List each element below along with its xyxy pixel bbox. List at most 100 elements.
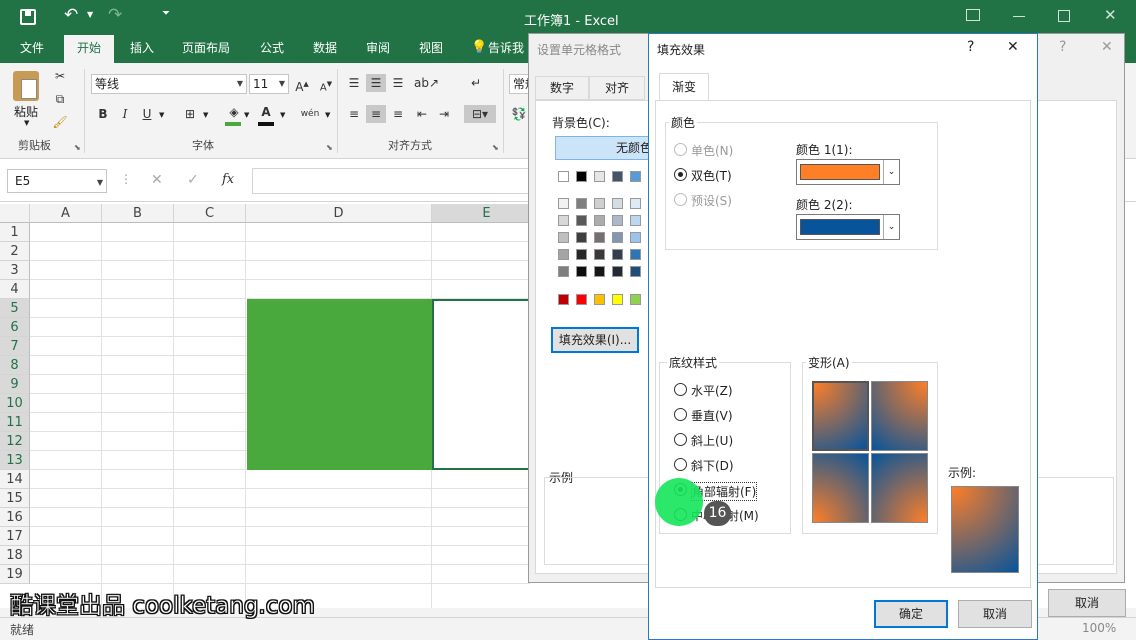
paste-icon[interactable]	[13, 71, 39, 101]
row-header[interactable]: 13	[0, 451, 30, 470]
copy-icon[interactable]: ⧉	[50, 90, 70, 108]
borders-dropdown-icon[interactable]: ▼	[203, 111, 208, 119]
fill-color-dropdown-icon[interactable]: ▼	[244, 111, 249, 119]
customize-toolbar-icon[interactable]: ⏷	[162, 8, 170, 19]
minimize-icon[interactable]	[1013, 16, 1025, 17]
increase-font-icon[interactable]: A▲	[292, 75, 312, 94]
alignment-launcher-icon[interactable]: ⬊	[492, 143, 499, 152]
color2-picker[interactable]: ⌄	[796, 214, 900, 240]
shading-style-radio[interactable]	[674, 458, 687, 471]
color-swatch[interactable]	[612, 232, 623, 243]
color-swatch[interactable]	[576, 232, 587, 243]
insert-function-icon[interactable]: fx	[222, 172, 234, 187]
color-swatch[interactable]	[558, 232, 569, 243]
italic-button[interactable]: I	[115, 105, 135, 123]
radio-two-colors[interactable]	[674, 168, 687, 181]
color-swatch[interactable]	[594, 232, 605, 243]
color-swatch[interactable]	[612, 198, 623, 209]
radio-one-color[interactable]	[674, 143, 687, 156]
radio-preset[interactable]	[674, 193, 687, 206]
tab-data[interactable]: 数据	[302, 35, 348, 63]
row-header[interactable]: 18	[0, 546, 30, 565]
standard-color-swatch[interactable]	[558, 294, 569, 305]
clipboard-launcher-icon[interactable]: ⬊	[74, 143, 81, 152]
standard-color-swatch[interactable]	[612, 294, 623, 305]
gradient-variant[interactable]	[871, 453, 928, 523]
tab-view[interactable]: 视图	[408, 35, 454, 63]
close-window-icon[interactable]: ✕	[1104, 6, 1117, 24]
tab-gradient[interactable]: 渐变	[659, 73, 709, 101]
zoom-level[interactable]: 100%	[1082, 621, 1116, 635]
tab-review[interactable]: 审阅	[354, 35, 402, 63]
currency-icon[interactable]: 💱	[509, 105, 529, 123]
tab-insert[interactable]: 插入	[120, 35, 164, 63]
fill-effects-button[interactable]: 填充效果(I)...	[551, 327, 639, 353]
color-swatch[interactable]	[630, 171, 641, 182]
ok-button[interactable]: 确定	[874, 600, 948, 628]
formula-input[interactable]	[252, 168, 532, 194]
cancel-button[interactable]: 取消	[958, 600, 1032, 628]
align-center-icon[interactable]: ≡	[366, 105, 386, 123]
color-swatch[interactable]	[612, 249, 623, 260]
increase-indent-icon[interactable]: ⇥	[434, 105, 454, 123]
row-header[interactable]: 11	[0, 413, 30, 432]
cancel-entry-icon[interactable]: ✕	[151, 172, 163, 188]
shading-style-radio[interactable]	[674, 408, 687, 421]
tab-file[interactable]: 文件	[8, 35, 56, 63]
color-swatch[interactable]	[576, 171, 587, 182]
selected-cell-e5[interactable]	[432, 299, 530, 470]
align-left-icon[interactable]: ≡	[344, 105, 364, 123]
format-cancel-button[interactable]: 取消	[1048, 589, 1126, 617]
color-swatch[interactable]	[576, 215, 587, 226]
tab-number[interactable]: 数字	[535, 76, 589, 100]
underline-button[interactable]: U	[137, 105, 157, 123]
align-top-icon[interactable]: ☰	[344, 74, 364, 92]
column-header[interactable]: D	[246, 204, 432, 223]
select-all-corner[interactable]	[0, 204, 30, 223]
shading-style-radio[interactable]	[674, 433, 687, 446]
row-header[interactable]: 7	[0, 337, 30, 356]
filled-range-d5-d13[interactable]	[247, 299, 432, 470]
gradient-variant[interactable]	[871, 381, 928, 451]
color-swatch[interactable]	[594, 198, 605, 209]
phonetic-dropdown-icon[interactable]: ▼	[325, 111, 330, 119]
standard-color-swatch[interactable]	[630, 294, 641, 305]
color-swatch[interactable]	[612, 266, 623, 277]
color-swatch[interactable]	[594, 266, 605, 277]
row-header[interactable]: 14	[0, 470, 30, 489]
font-color-icon[interactable]: A	[256, 103, 276, 121]
font-name-combo[interactable]: 等线 ▼	[91, 74, 247, 94]
orientation-icon[interactable]: ab↗	[414, 74, 439, 92]
paste-dropdown-icon[interactable]: ▼	[24, 119, 29, 127]
color-swatch[interactable]	[558, 215, 569, 226]
phonetic-icon[interactable]: wén	[300, 105, 320, 123]
fill-dialog-close-icon[interactable]: ✕	[1007, 39, 1019, 55]
ribbon-display-icon[interactable]	[966, 9, 980, 21]
row-header[interactable]: 5	[0, 299, 30, 318]
fill-dialog-help-icon[interactable]: ?	[967, 39, 974, 55]
color-swatch[interactable]	[576, 266, 587, 277]
color-swatch[interactable]	[612, 171, 623, 182]
font-launcher-icon[interactable]: ⬊	[326, 143, 333, 152]
tab-formulas[interactable]: 公式	[248, 35, 296, 63]
font-color-dropdown-icon[interactable]: ▼	[280, 111, 285, 119]
undo-icon[interactable]: ↶	[64, 5, 78, 25]
undo-dropdown-icon[interactable]: ▼	[87, 10, 93, 19]
format-dialog-close-icon[interactable]: ✕	[1101, 39, 1113, 55]
gradient-variant[interactable]	[812, 453, 869, 523]
row-header[interactable]: 16	[0, 508, 30, 527]
save-icon[interactable]	[20, 9, 36, 25]
bold-button[interactable]: B	[93, 105, 113, 123]
align-bottom-icon[interactable]: ☰	[388, 74, 408, 92]
color-swatch[interactable]	[558, 266, 569, 277]
color-swatch[interactable]	[630, 198, 641, 209]
color-swatch[interactable]	[594, 249, 605, 260]
row-header[interactable]: 6	[0, 318, 30, 337]
color-swatch[interactable]	[594, 215, 605, 226]
color1-picker[interactable]: ⌄	[796, 159, 900, 185]
wrap-text-icon[interactable]: ↵	[466, 74, 486, 92]
fill-color-icon[interactable]: ◈	[224, 103, 244, 121]
color-swatch[interactable]	[558, 198, 569, 209]
name-box[interactable]: E5 ▼	[7, 169, 107, 193]
column-header[interactable]: C	[174, 204, 246, 223]
